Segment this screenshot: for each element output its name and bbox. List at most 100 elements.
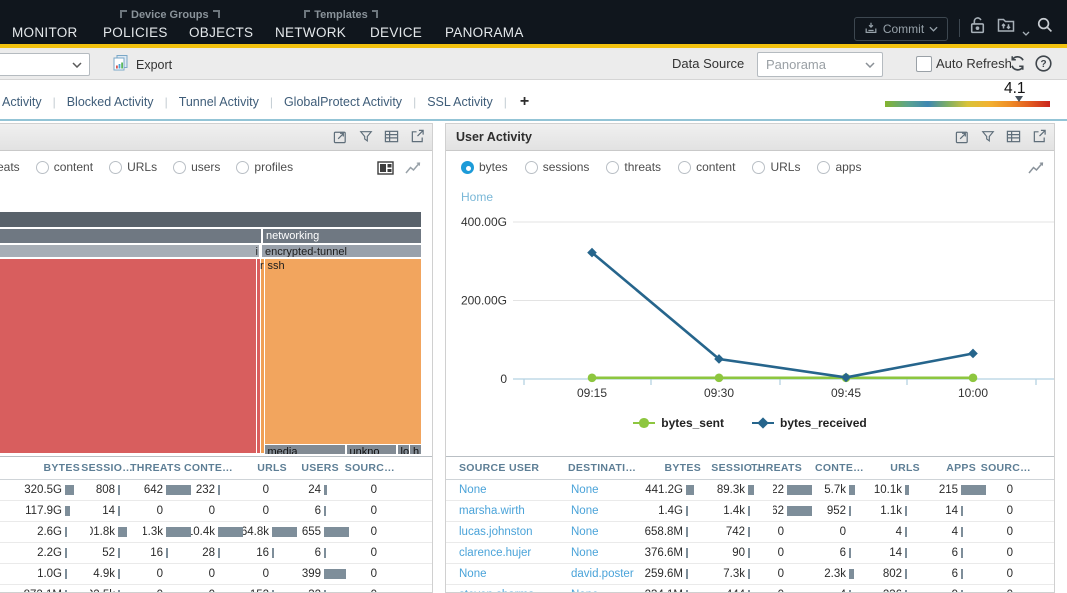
user-link[interactable]: marsha.wirth xyxy=(459,505,525,517)
table-row[interactable]: steven.sharmaNone234.1M4440423690 xyxy=(446,585,1055,593)
lock-open-icon[interactable] xyxy=(968,15,987,40)
table-row[interactable]: 320.5G8086422320240 xyxy=(0,480,433,501)
radio-users[interactable]: users xyxy=(173,160,220,174)
user-link[interactable]: None xyxy=(459,568,487,580)
radio-threats[interactable]: threats xyxy=(0,160,20,174)
table-row[interactable]: Nonedavid.poster259.6M7.3k02.3k80260 xyxy=(446,564,1055,585)
treemap-cell-h[interactable]: h xyxy=(410,445,421,454)
treemap-cell-unkno[interactable]: unkno xyxy=(347,445,396,454)
nav-item-network[interactable]: NETWORK xyxy=(275,25,346,40)
table-row[interactable]: marsha.wirthNone1.4G1.4k7629521.1k140 xyxy=(446,501,1055,522)
chevron-down-icon[interactable] xyxy=(1022,23,1030,41)
user-link[interactable]: None xyxy=(571,547,599,559)
filter-icon[interactable] xyxy=(981,129,995,149)
user-link[interactable]: steven.sharma xyxy=(459,589,534,593)
radio-urls[interactable]: URLs xyxy=(752,160,800,174)
treemap-view-toggle-icon[interactable] xyxy=(377,161,394,180)
treemap-cell[interactable] xyxy=(0,259,256,453)
refresh-icon[interactable] xyxy=(1008,54,1027,78)
radio-circle[interactable] xyxy=(606,161,619,174)
radio-content[interactable]: content xyxy=(678,160,735,174)
column-header-sessio[interactable]: SESSIO… xyxy=(81,462,133,474)
radio-circle[interactable] xyxy=(752,161,765,174)
column-header-urls[interactable]: URLS xyxy=(890,462,920,474)
tab-blocked-activity[interactable]: Blocked Activity xyxy=(67,95,154,109)
radio-circle[interactable] xyxy=(173,161,186,174)
user-link[interactable]: None xyxy=(571,505,599,517)
user-link[interactable]: None xyxy=(571,589,599,593)
user-link[interactable]: lucas.johnston xyxy=(459,526,533,538)
radio-bytes[interactable]: bytes xyxy=(461,160,508,174)
table-row[interactable]: 2.2G5216281660 xyxy=(0,543,433,564)
nav-item-device[interactable]: DEVICE xyxy=(370,25,422,40)
filter-icon[interactable] xyxy=(359,129,373,149)
column-header-conte[interactable]: CONTE… xyxy=(184,462,233,474)
radio-urls[interactable]: URLs xyxy=(109,160,157,174)
radio-profiles[interactable]: profiles xyxy=(236,160,293,174)
add-tab-button[interactable]: + xyxy=(520,93,529,111)
column-header-conte[interactable]: CONTE… xyxy=(815,462,864,474)
legend-item-bytes_sent[interactable]: bytes_sent xyxy=(633,416,724,430)
help-icon[interactable]: ? xyxy=(1034,54,1053,78)
search-icon[interactable] xyxy=(1036,16,1055,40)
treemap-cell-i[interactable]: i xyxy=(0,245,259,257)
column-header-threats[interactable]: THREATS xyxy=(130,462,181,474)
legend-item-bytes_received[interactable]: bytes_received xyxy=(752,416,867,430)
user-link[interactable]: david.poster xyxy=(571,568,634,580)
table-row[interactable]: 872.1M22.5k00152320 xyxy=(0,585,433,593)
radio-circle[interactable] xyxy=(236,161,249,174)
user-link[interactable]: None xyxy=(571,526,599,538)
maximize-widget-icon[interactable] xyxy=(955,129,970,149)
radio-circle[interactable] xyxy=(525,161,538,174)
column-header-users[interactable]: USERS xyxy=(301,462,339,474)
radio-circle[interactable] xyxy=(109,161,122,174)
radio-content[interactable]: content xyxy=(36,160,93,174)
column-header-sourc[interactable]: SOURC… xyxy=(345,462,395,474)
table-row[interactable]: 1.0G4.9k0003990 xyxy=(0,564,433,585)
tab-activity[interactable]: Activity xyxy=(2,95,42,109)
column-header-threats[interactable]: THREATS xyxy=(751,462,802,474)
column-header-sourc[interactable]: SOURC… xyxy=(981,462,1031,474)
nav-item-panorama[interactable]: PANORAMA xyxy=(445,25,524,40)
auto-refresh-checkbox[interactable] xyxy=(916,56,932,72)
user-link[interactable]: clarence.hujer xyxy=(459,547,531,559)
column-header-bytes[interactable]: BYTES xyxy=(43,462,80,474)
column-header-sourceuser[interactable]: SOURCE USER xyxy=(459,462,539,474)
radio-circle[interactable] xyxy=(461,161,474,174)
table-row[interactable]: 117.9G1400060 xyxy=(0,501,433,522)
treemap-cell[interactable] xyxy=(0,212,421,227)
treemap-cell-encrypted-tunnel[interactable]: encrypted-tunnel xyxy=(262,245,421,257)
column-header-apps[interactable]: APPS xyxy=(946,462,976,474)
table-view-icon[interactable] xyxy=(1006,129,1021,149)
line-chart-view-toggle-icon[interactable] xyxy=(404,161,422,180)
treemap-cell-media[interactable]: media xyxy=(265,445,345,454)
radio-circle[interactable] xyxy=(36,161,49,174)
nav-item-monitor[interactable]: MONITOR xyxy=(12,25,78,40)
commit-button[interactable]: Commit xyxy=(854,17,948,41)
nav-item-policies[interactable]: POLICIES xyxy=(103,25,168,40)
user-link[interactable]: None xyxy=(459,484,487,496)
application-treemap[interactable]: networking iencrypted-tunnelrsshmediaunkn… xyxy=(0,212,422,455)
export-widget-icon[interactable] xyxy=(1032,129,1047,149)
treemap-cell-lo[interactable]: lo xyxy=(398,445,409,454)
table-view-icon[interactable] xyxy=(384,129,399,149)
table-row[interactable]: NoneNone441.2G89.3k7225.7k10.1k2150 xyxy=(446,480,1055,501)
treemap-cell[interactable] xyxy=(0,229,261,243)
table-row[interactable]: lucas.johnstonNone658.8M74200440 xyxy=(446,522,1055,543)
user-link[interactable]: None xyxy=(571,484,599,496)
treemap-cell-networking[interactable]: networking xyxy=(263,229,421,243)
column-header-urls[interactable]: URLS xyxy=(257,462,287,474)
radio-circle[interactable] xyxy=(817,161,830,174)
table-row[interactable]: clarence.hujerNone376.6M90061460 xyxy=(446,543,1055,564)
breadcrumb-home-link[interactable]: Home xyxy=(461,190,493,204)
treemap-cell-r[interactable]: r xyxy=(257,259,260,453)
export-button[interactable]: Export xyxy=(112,54,172,75)
table-row[interactable]: 2.6G101.8k1.3k10.4k64.8k6550 xyxy=(0,522,433,543)
radio-apps[interactable]: apps xyxy=(817,160,861,174)
nav-item-objects[interactable]: OBJECTS xyxy=(189,25,253,40)
data-source-dropdown[interactable]: Panorama xyxy=(757,52,883,77)
radio-threats[interactable]: threats xyxy=(606,160,661,174)
view-select-dropdown[interactable] xyxy=(0,53,90,76)
radio-circle[interactable] xyxy=(678,161,691,174)
treemap-cell-ssh[interactable]: ssh xyxy=(265,259,422,444)
